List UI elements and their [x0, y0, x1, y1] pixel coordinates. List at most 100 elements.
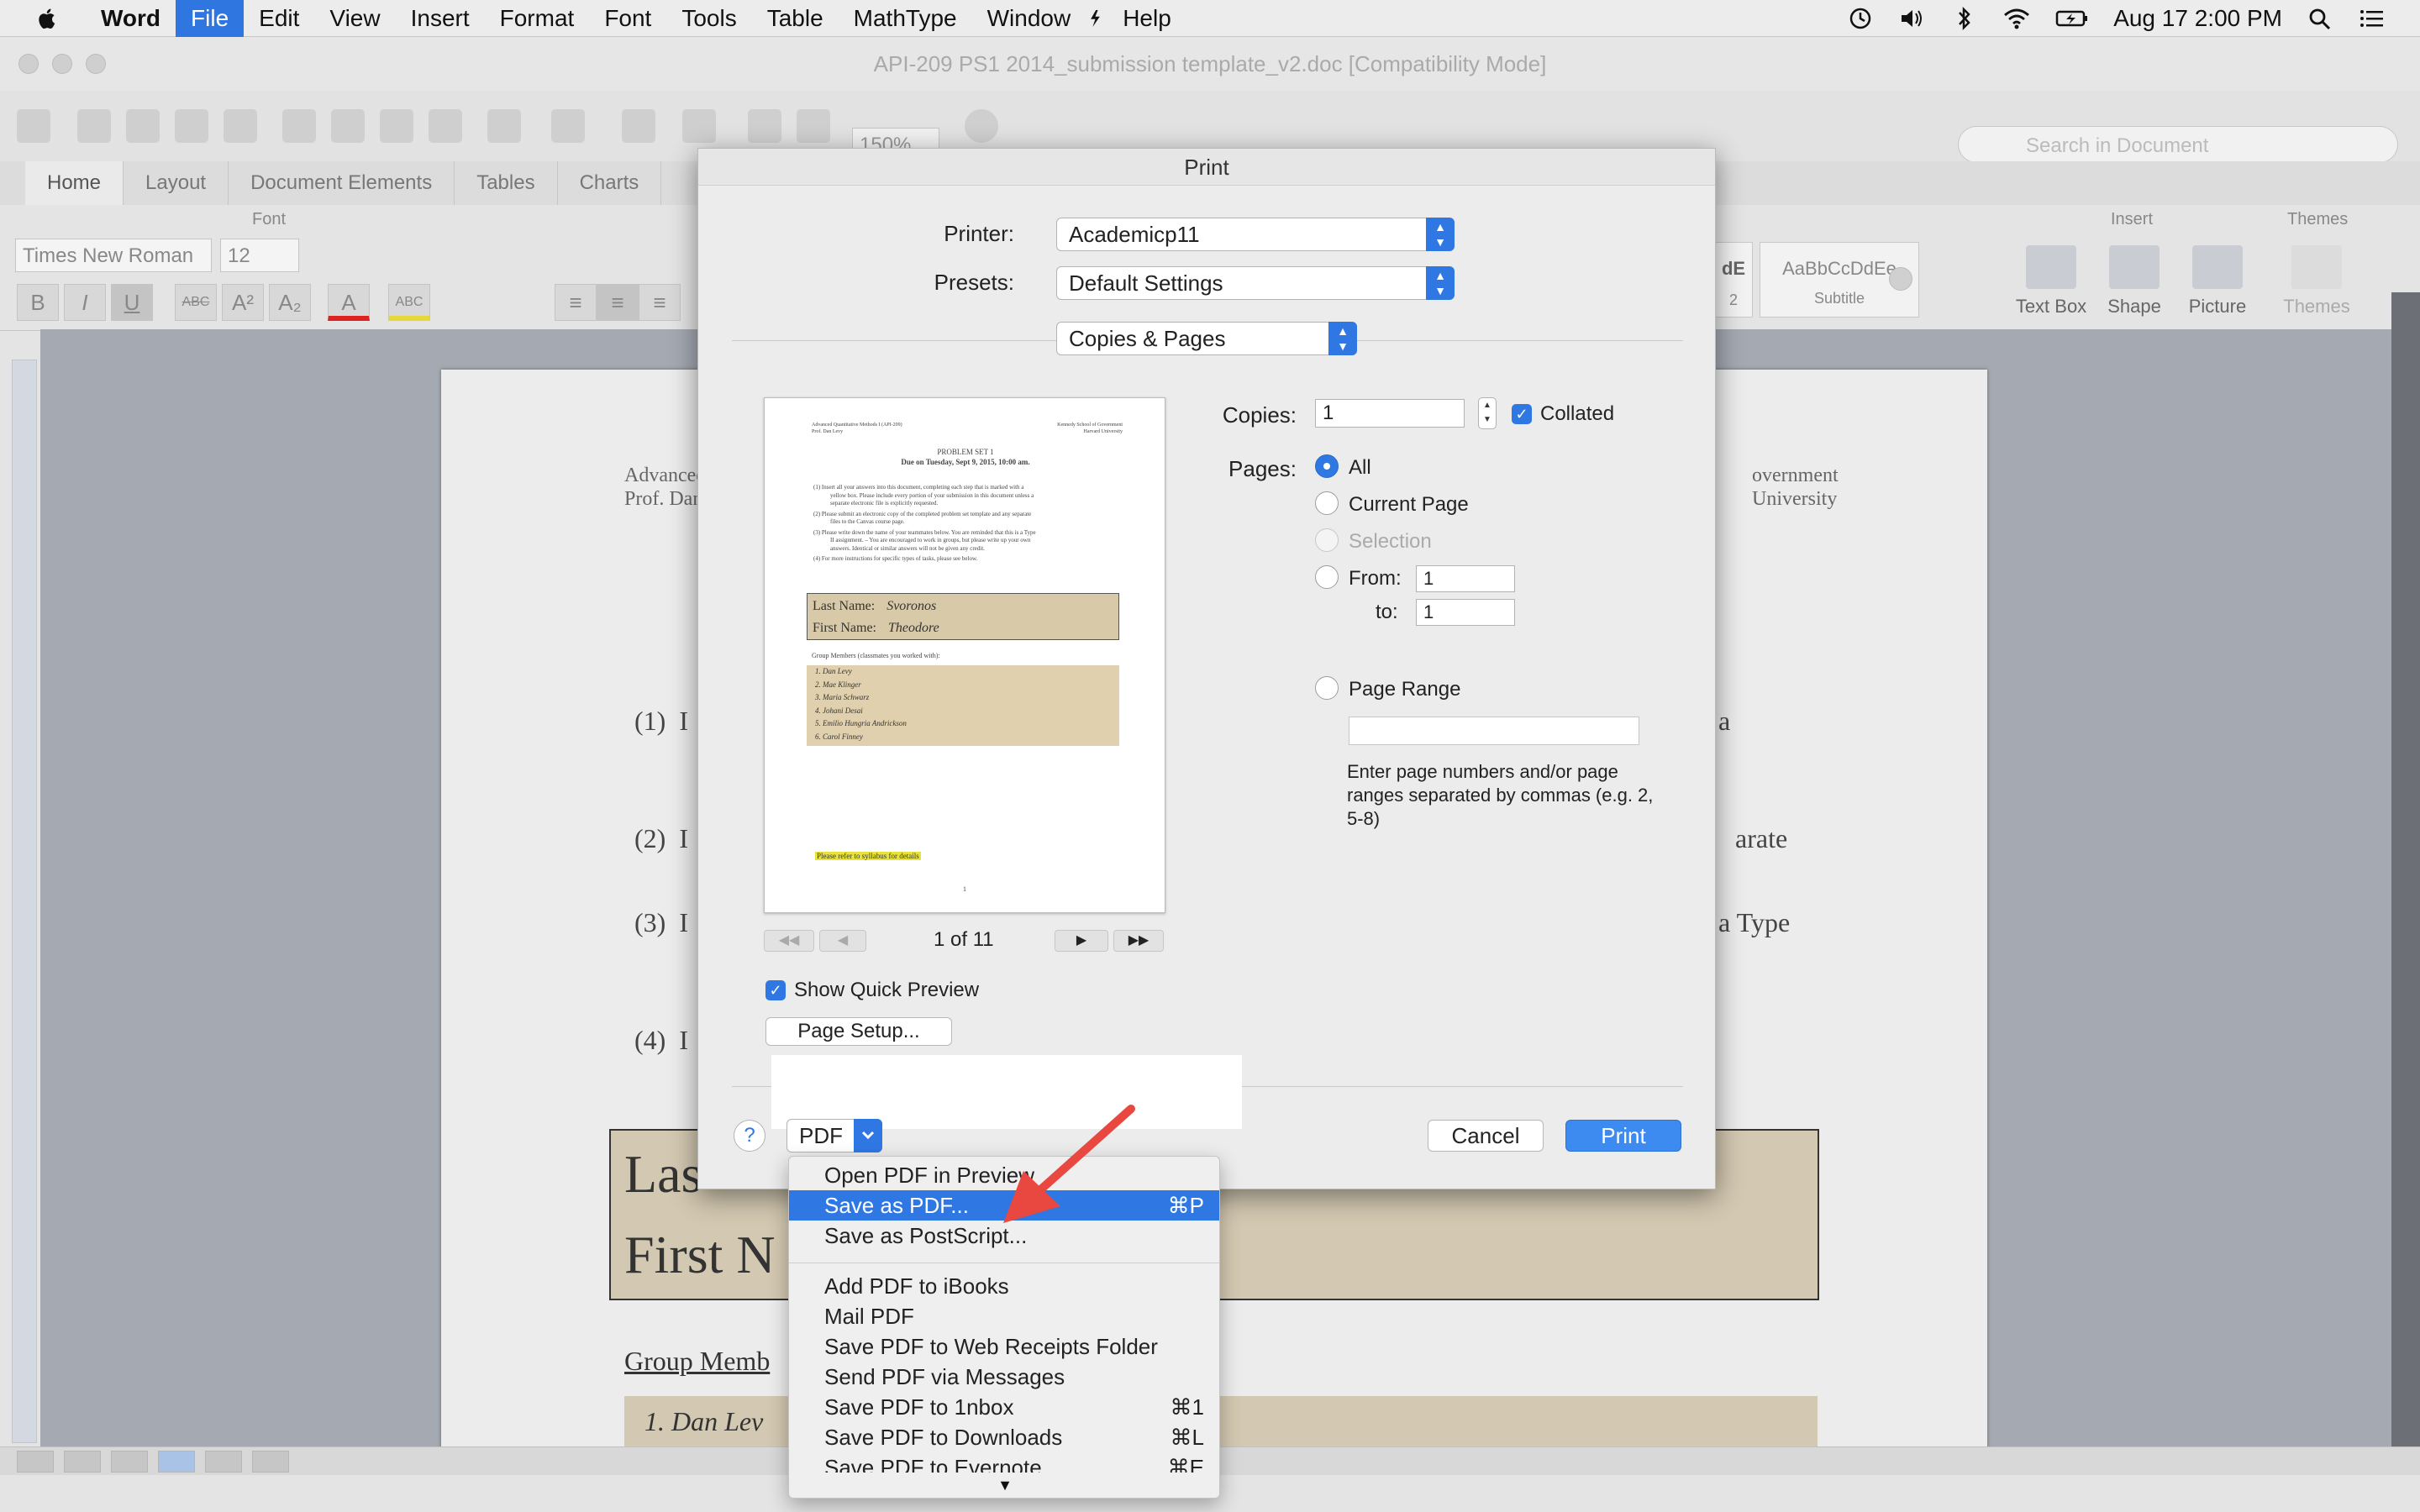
font-name-field[interactable]: Times New Roman: [15, 239, 212, 272]
menu-insert[interactable]: Insert: [396, 0, 485, 37]
collated-checkbox[interactable]: ✓: [1512, 404, 1532, 424]
menu-file[interactable]: File: [176, 0, 245, 37]
page-setup-button[interactable]: Page Setup...: [765, 1017, 952, 1046]
menu-item-mail-pdf[interactable]: Mail PDF: [789, 1301, 1219, 1331]
menu-item-save-pdf-to-web-receipts[interactable]: Save PDF to Web Receipts Folder: [789, 1331, 1219, 1362]
bluetooth-icon[interactable]: [1950, 6, 1979, 31]
italic-button[interactable]: I: [64, 284, 106, 321]
menu-tools[interactable]: Tools: [666, 0, 751, 37]
current-page-radio[interactable]: [1315, 491, 1339, 515]
vertical-ruler[interactable]: [12, 360, 37, 1443]
pages-all-radio[interactable]: [1315, 454, 1339, 478]
wifi-icon[interactable]: [2002, 6, 2031, 31]
close-window-button[interactable]: [18, 54, 39, 74]
zoom-window-button[interactable]: [86, 54, 106, 74]
menu-app-word[interactable]: Word: [86, 0, 176, 37]
first-page-button[interactable]: ◀◀: [764, 930, 814, 952]
copy-icon[interactable]: [331, 109, 365, 143]
copies-input[interactable]: 1: [1315, 399, 1465, 428]
new-document-icon[interactable]: [17, 109, 50, 143]
help-icon[interactable]: [965, 109, 998, 143]
print-icon[interactable]: [224, 109, 257, 143]
volume-icon[interactable]: [1898, 6, 1927, 31]
styles-next-icon[interactable]: [1889, 267, 1912, 291]
apple-icon[interactable]: [34, 5, 60, 32]
show-quick-preview-checkbox[interactable]: ✓: [765, 980, 786, 1000]
paste-icon[interactable]: [380, 109, 413, 143]
redo-icon[interactable]: [551, 109, 585, 143]
strikethrough-button[interactable]: ABC: [175, 284, 217, 321]
print-layout-view-button[interactable]: [158, 1451, 195, 1473]
selection-radio[interactable]: [1315, 528, 1339, 552]
notebook-view-button[interactable]: [205, 1451, 242, 1473]
menu-item-save-pdf-to-1nbox[interactable]: Save PDF to 1nbox ⌘1: [789, 1392, 1219, 1422]
style-heading-2[interactable]: dE 2: [1714, 242, 1753, 318]
section-select[interactable]: Copies & Pages ▲ ▼: [1056, 322, 1357, 355]
menu-help[interactable]: Help: [1107, 0, 1186, 37]
menu-window[interactable]: Window: [972, 0, 1086, 37]
menu-item-send-pdf-via-messages[interactable]: Send PDF via Messages: [789, 1362, 1219, 1392]
templates-icon[interactable]: [77, 109, 111, 143]
highlight-button[interactable]: ABC: [388, 284, 430, 321]
previous-page-button[interactable]: ◀: [819, 930, 866, 952]
from-radio[interactable]: [1315, 565, 1339, 589]
themes-button[interactable]: Themes: [2279, 245, 2354, 318]
menu-scroll-down-icon[interactable]: ▼: [789, 1473, 1219, 1498]
menu-mathtype[interactable]: MathType: [839, 0, 972, 37]
pdf-menu-button[interactable]: PDF: [786, 1119, 882, 1152]
font-color-button[interactable]: A: [328, 284, 370, 321]
spotlight-search-icon[interactable]: [2306, 6, 2334, 31]
presets-select[interactable]: Default Settings ▲ ▼: [1056, 266, 1455, 300]
to-input[interactable]: 1: [1416, 599, 1515, 626]
outline-view-button[interactable]: [64, 1451, 101, 1473]
menu-font[interactable]: Font: [589, 0, 666, 37]
search-in-document-input[interactable]: Search in Document: [1958, 126, 2398, 163]
sidebar-icon[interactable]: [682, 109, 716, 143]
undo-icon[interactable]: [487, 109, 521, 143]
page-range-radio[interactable]: [1315, 676, 1339, 700]
menu-item-add-pdf-to-ibooks[interactable]: Add PDF to iBooks: [789, 1271, 1219, 1301]
time-machine-icon[interactable]: [1846, 6, 1875, 31]
menu-item-save-pdf-to-downloads[interactable]: Save PDF to Downloads ⌘L: [789, 1422, 1219, 1452]
open-icon[interactable]: [126, 109, 160, 143]
focus-view-button[interactable]: [252, 1451, 289, 1473]
print-button[interactable]: Print: [1565, 1120, 1681, 1152]
bold-button[interactable]: B: [17, 284, 59, 321]
help-button[interactable]: ?: [734, 1120, 765, 1152]
cut-icon[interactable]: [282, 109, 316, 143]
superscript-button[interactable]: A²: [222, 284, 264, 321]
battery-icon[interactable]: [2054, 6, 2090, 31]
script-icon[interactable]: [1086, 6, 1107, 31]
tab-document-elements[interactable]: Document Elements: [229, 161, 455, 205]
from-input[interactable]: 1: [1416, 565, 1515, 592]
save-icon[interactable]: [175, 109, 208, 143]
align-left-button[interactable]: ≡: [555, 284, 597, 321]
printer-select[interactable]: Academicp11 ▲ ▼: [1056, 218, 1455, 251]
minimize-window-button[interactable]: [52, 54, 72, 74]
text-box-button[interactable]: Text Box: [2013, 245, 2089, 318]
tab-layout[interactable]: Layout: [124, 161, 229, 205]
toolbox-icon[interactable]: [797, 109, 830, 143]
format-painter-icon[interactable]: [429, 109, 462, 143]
shape-button[interactable]: Shape: [2101, 245, 2168, 318]
tab-charts[interactable]: Charts: [558, 161, 662, 205]
tab-home[interactable]: Home: [25, 161, 124, 205]
copies-stepper[interactable]: ▲ ▼: [1478, 397, 1497, 429]
last-page-button[interactable]: ▶▶: [1113, 930, 1164, 952]
picture-button[interactable]: Picture: [2180, 245, 2255, 318]
align-right-button[interactable]: ≡: [639, 284, 681, 321]
align-center-button[interactable]: ≡: [597, 284, 639, 321]
underline-button[interactable]: U: [111, 284, 153, 321]
menubar-clock[interactable]: Aug 17 2:00 PM: [2113, 5, 2282, 32]
next-page-button[interactable]: ▶: [1055, 930, 1108, 952]
publishing-view-button[interactable]: [111, 1451, 148, 1473]
menu-view[interactable]: View: [314, 0, 395, 37]
notification-center-icon[interactable]: [2358, 6, 2386, 31]
draft-view-button[interactable]: [17, 1451, 54, 1473]
menu-item-save-pdf-to-evernote[interactable]: Save PDF to Evernote ⌘E: [789, 1452, 1219, 1473]
menu-format[interactable]: Format: [485, 0, 590, 37]
show-formatting-icon[interactable]: [622, 109, 655, 143]
cancel-button[interactable]: Cancel: [1428, 1120, 1544, 1152]
page-range-input[interactable]: [1349, 717, 1639, 745]
tab-tables[interactable]: Tables: [455, 161, 558, 205]
